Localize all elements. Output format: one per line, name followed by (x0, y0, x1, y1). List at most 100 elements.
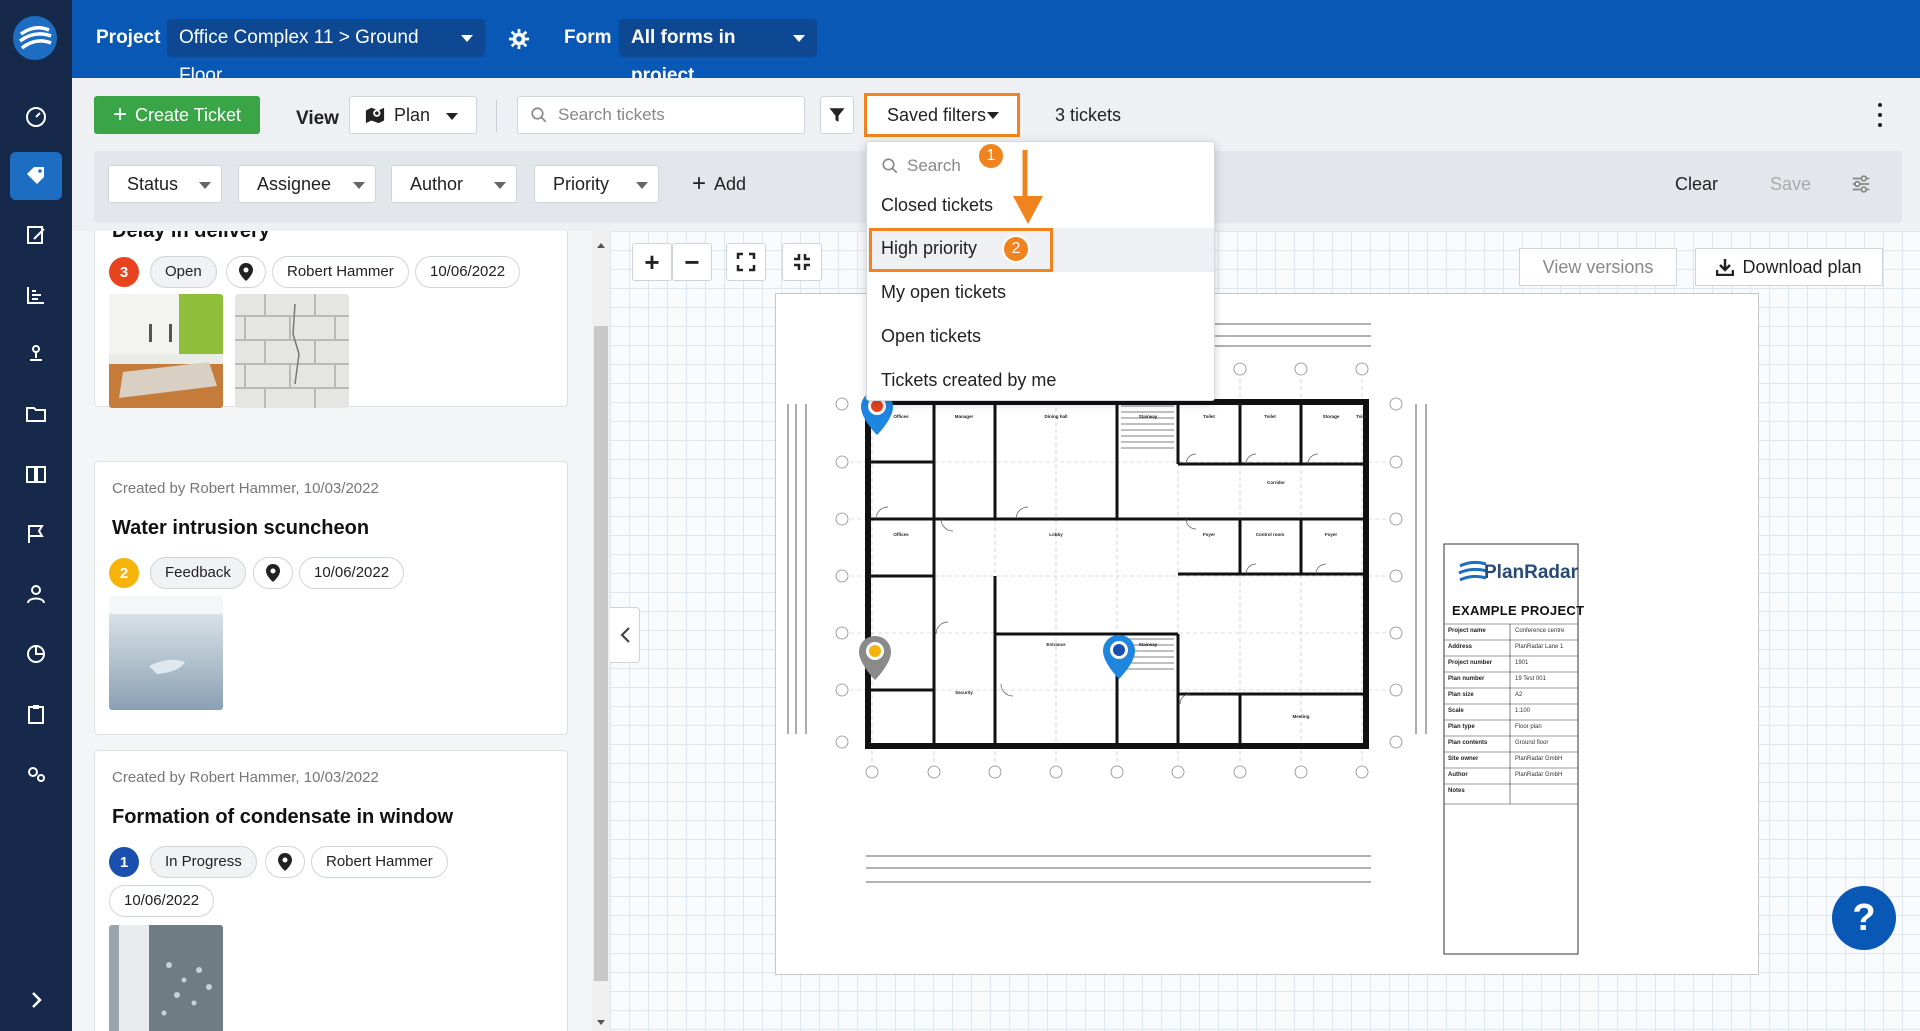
room-label: Dining hall (1045, 414, 1068, 419)
room-label: Offices (893, 414, 909, 419)
project-selector[interactable]: Office Complex 11 > Ground Floor (167, 19, 485, 86)
plan-info-value: PlanRadar Lane 1 (1515, 644, 1564, 650)
more-options-icon[interactable] (1876, 103, 1884, 127)
download-plan-button[interactable]: Download plan (1695, 248, 1883, 286)
flag-icon[interactable] (10, 510, 62, 558)
reports-chart-icon[interactable] (10, 271, 62, 319)
status-badge: Feedback (150, 557, 246, 589)
clear-filters-button[interactable]: Clear (1675, 165, 1718, 203)
filter-toggle-button[interactable] (820, 96, 854, 134)
location-pin-icon[interactable] (253, 557, 293, 589)
view-label: View (296, 108, 339, 129)
ticket-photo-conference-room[interactable] (109, 294, 223, 408)
scrollbar-thumb[interactable] (594, 326, 608, 981)
filter-settings-sliders-icon[interactable] (1850, 173, 1872, 200)
collapse-view-icon[interactable] (782, 243, 822, 281)
room-label: Offices (893, 532, 909, 537)
chevron-left-icon (619, 627, 630, 643)
plan-info-key: Plan size (1448, 692, 1474, 698)
plan-brand-name: PlanRadar (1484, 562, 1578, 583)
view-selector[interactable]: Plan (349, 96, 477, 134)
orange-arrow-down-icon (1013, 150, 1043, 224)
ticket-photo-condensate-window[interactable] (109, 925, 223, 1031)
plan-info-key: Plan number (1448, 676, 1485, 682)
saved-filter-my-open-tickets[interactable]: My open tickets (881, 282, 1006, 303)
plan-viewer[interactable]: + − View versions Download plan Offices … (610, 231, 1920, 1031)
download-icon (1716, 259, 1735, 276)
expand-chevron-right-icon[interactable] (10, 976, 62, 1024)
ticket-meta: Created by Robert Hammer, 10/03/2022 (112, 480, 379, 497)
help-button[interactable]: ? (1832, 886, 1896, 950)
saved-filters-search-placeholder: Search (907, 156, 961, 175)
plan-info-key: Project name (1448, 628, 1486, 634)
toolbar-divider (496, 100, 497, 132)
ticket-card[interactable]: Delay in delivery 3 Open Robert Hammer 1… (94, 231, 568, 408)
plus-icon: + (112, 101, 127, 128)
author-filter-label: Author (410, 174, 464, 194)
plan-info-value: PlanRadar GmbH (1515, 772, 1563, 778)
ticket-pin-medium-priority[interactable] (859, 636, 891, 685)
saved-filters-dropdown[interactable]: Saved filters (864, 93, 1020, 137)
form-selector[interactable]: All forms in project (619, 19, 817, 86)
author-filter-chip[interactable]: Author (391, 165, 517, 203)
folder-icon[interactable] (10, 390, 62, 438)
step-two-badge: 2 (1002, 235, 1030, 263)
tickets-icon[interactable] (10, 152, 62, 200)
chevron-down-icon (353, 182, 365, 189)
room-label: Manager (955, 414, 974, 419)
forms-edit-icon[interactable] (10, 211, 62, 259)
chevron-down-icon (793, 35, 805, 42)
clipboard-icon[interactable] (10, 690, 62, 738)
priority-filter-chip[interactable]: Priority (534, 165, 659, 203)
funnel-icon (829, 108, 845, 122)
location-pin-icon[interactable] (265, 846, 305, 878)
assignee-filter-chip[interactable]: Assignee (238, 165, 376, 203)
scroll-up-arrow-icon[interactable] (597, 243, 605, 248)
gear-icon[interactable] (508, 28, 530, 55)
ticket-title: Water intrusion scuncheon (112, 517, 370, 539)
room-label: Toilet (1356, 414, 1368, 419)
scroll-down-arrow-icon[interactable] (597, 1020, 605, 1025)
location-pin-icon[interactable] (226, 256, 266, 288)
saved-filter-open-tickets[interactable]: Open tickets (881, 326, 981, 347)
plan-info-value: 1:100 (1515, 708, 1531, 714)
chevron-down-icon (987, 112, 999, 119)
status-filter-chip[interactable]: Status (108, 165, 222, 203)
settings-gears-icon[interactable] (10, 750, 62, 798)
zoom-in-button[interactable]: + (632, 243, 672, 281)
saved-filters-search-input[interactable]: Search (881, 156, 961, 176)
room-label: Stairway (1139, 414, 1158, 419)
room-label: Entrance (1046, 642, 1066, 647)
add-filter-button[interactable]: + Add (692, 165, 746, 203)
plan-info-key: Site owner (1448, 756, 1479, 762)
fit-to-screen-icon[interactable] (726, 243, 766, 281)
plan-info-key: Notes (1448, 788, 1465, 794)
search-tickets-placeholder: Search tickets (558, 105, 665, 124)
collapse-panel-button[interactable] (610, 607, 640, 663)
saved-filter-closed-tickets[interactable]: Closed tickets (881, 195, 993, 216)
ticket-photo-brick-wall[interactable] (235, 294, 349, 408)
ticket-photo-window-sill[interactable] (109, 596, 223, 710)
plan-info-key: Plan type (1448, 724, 1475, 730)
create-ticket-button[interactable]: + Create Ticket (94, 96, 260, 134)
status-filter-label: Status (127, 174, 179, 194)
chevron-down-icon (636, 182, 648, 189)
view-versions-button[interactable]: View versions (1519, 248, 1677, 286)
search-tickets-input[interactable]: Search tickets (517, 96, 805, 134)
planradar-logo-icon[interactable] (11, 14, 59, 62)
ticket-pin-low-priority[interactable] (1103, 635, 1135, 684)
zoom-out-button[interactable]: − (672, 243, 712, 281)
ticket-card[interactable]: Created by Robert Hammer, 10/03/2022 For… (94, 750, 568, 1031)
room-label: Toilet (1203, 414, 1215, 419)
priority-filter-label: Priority (553, 174, 610, 194)
dashboard-icon[interactable] (10, 93, 62, 141)
location-person-icon[interactable] (10, 330, 62, 378)
plans-book-icon[interactable] (10, 450, 62, 498)
user-icon[interactable] (10, 570, 62, 618)
ticket-list-scrollbar[interactable] (592, 231, 610, 1031)
save-filters-button[interactable]: Save (1770, 165, 1811, 203)
ticket-card[interactable]: Created by Robert Hammer, 10/03/2022 Wat… (94, 461, 568, 735)
analytics-pie-icon[interactable] (10, 630, 62, 678)
saved-filter-created-by-me[interactable]: Tickets created by me (881, 370, 1056, 391)
chevron-down-icon (199, 182, 211, 189)
